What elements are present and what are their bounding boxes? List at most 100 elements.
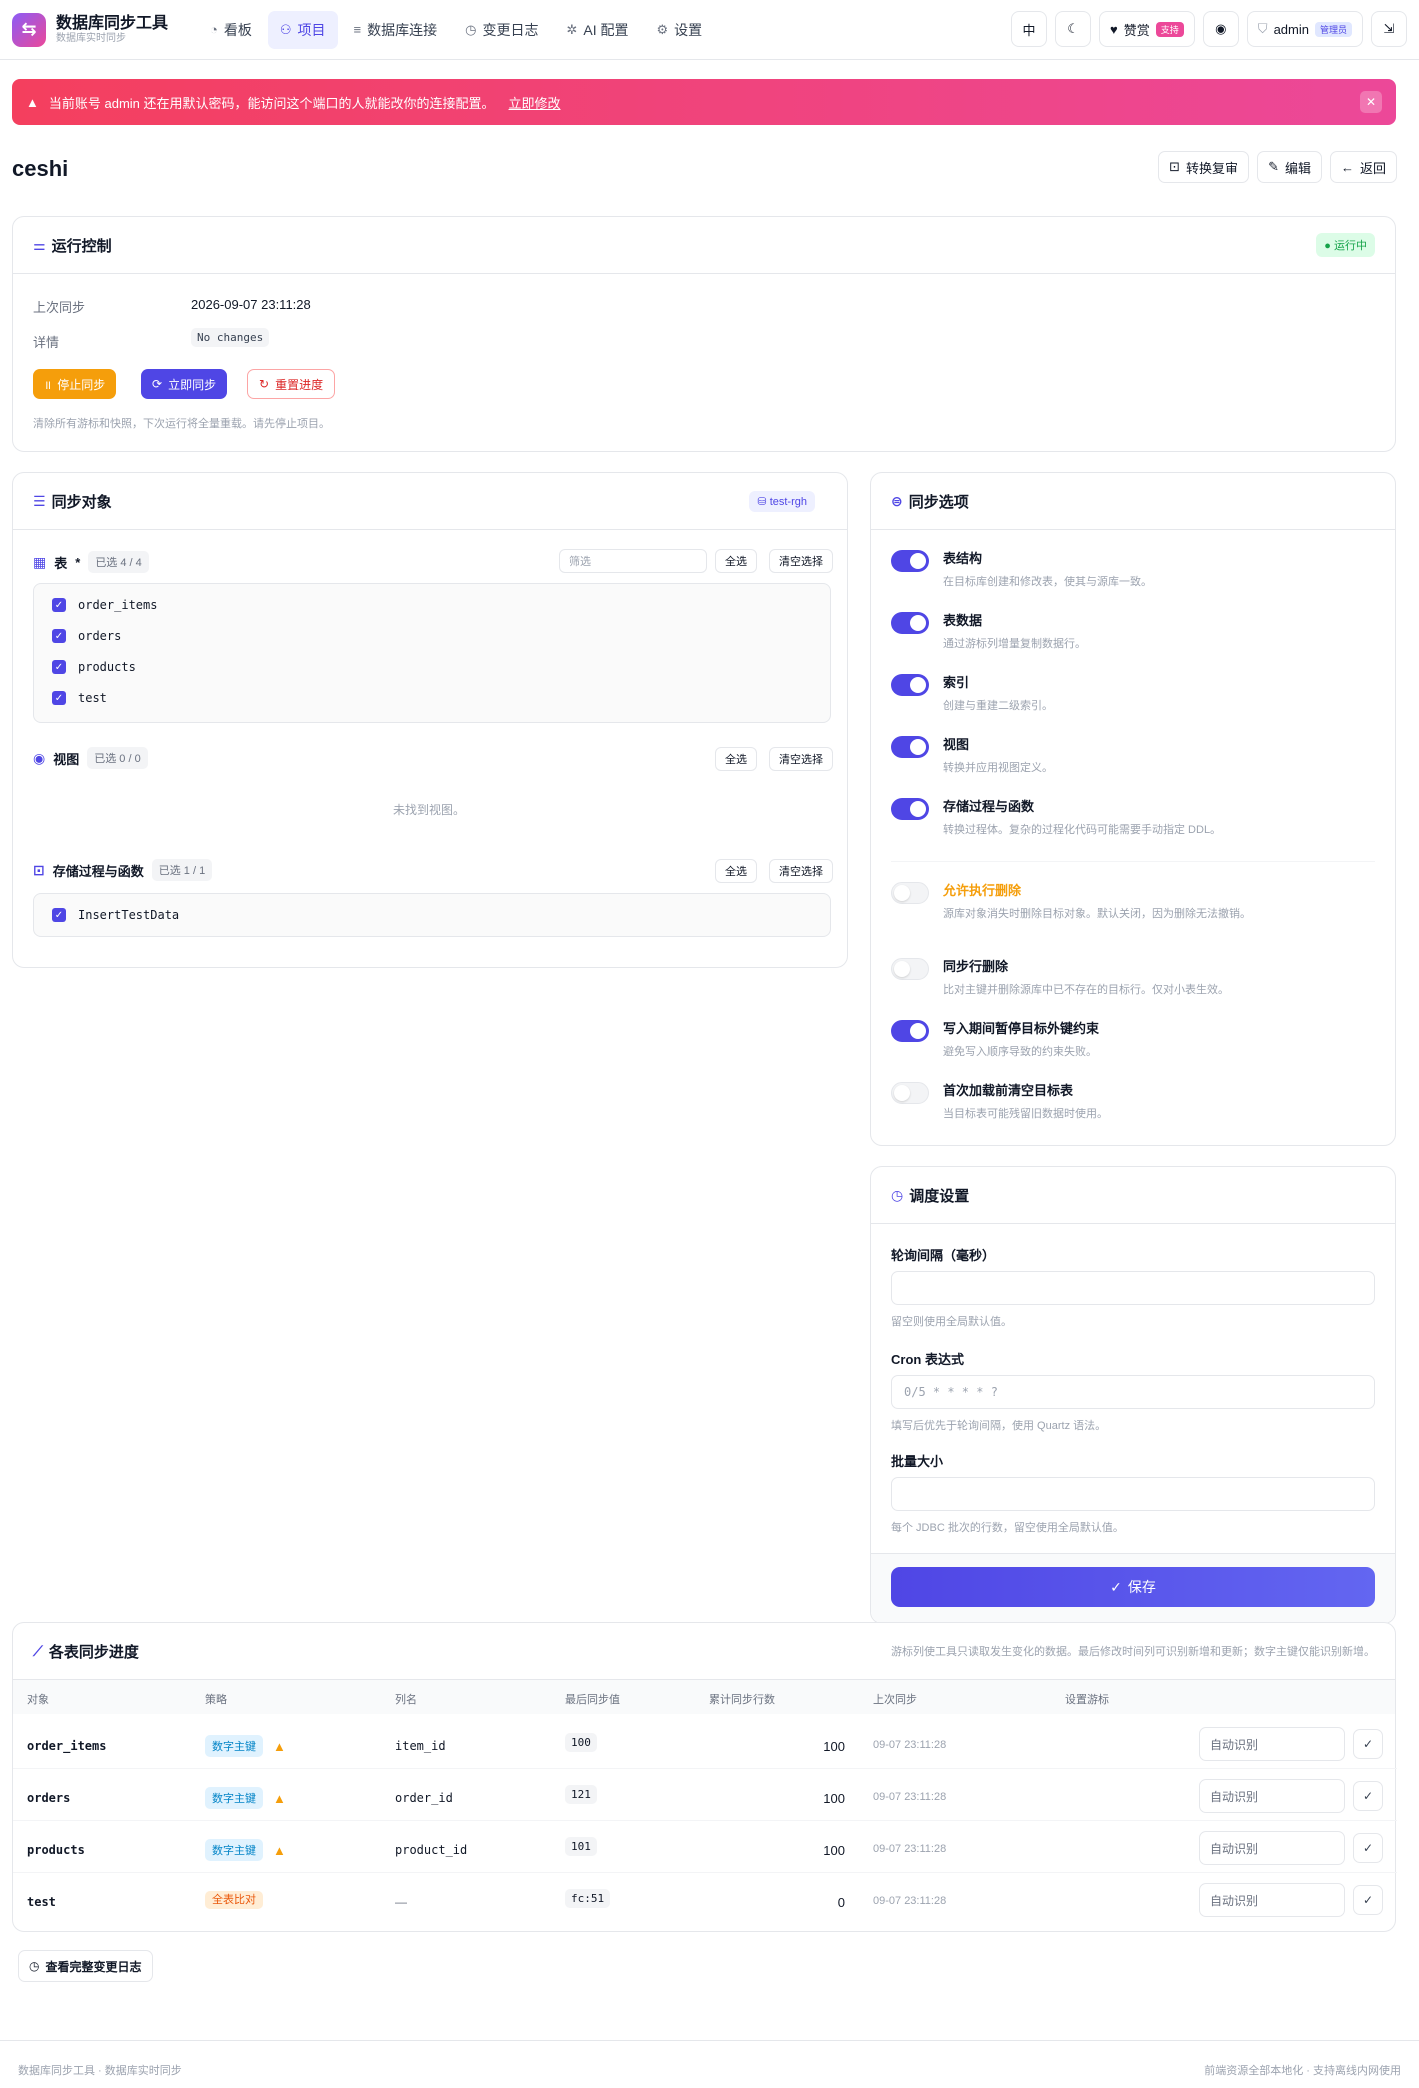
list-item[interactable]: ✓ InsertTestData: [52, 908, 179, 922]
required-mark: *: [75, 554, 81, 570]
nav-dashboard[interactable]: ◔ 看板: [198, 11, 264, 49]
checkbox-checked-icon[interactable]: ✓: [52, 629, 66, 643]
tables-clear-button[interactable]: 清空选择: [769, 549, 833, 573]
reset-progress-button[interactable]: ↻ 重置进度: [247, 369, 336, 399]
ai-chip-icon: ✲: [566, 21, 578, 37]
option-toggle[interactable]: [891, 674, 929, 696]
views-select-all-button[interactable]: 全选: [715, 747, 757, 771]
button-label: 重置进度: [275, 377, 324, 392]
edit-button[interactable]: ✎ 编辑: [1257, 151, 1322, 183]
row-last-value: 100: [565, 1733, 597, 1752]
strategy-tag: 数字主键: [205, 1787, 263, 1809]
strategy-tag: 数字主键: [205, 1735, 263, 1757]
nav-label: 变更日志: [482, 21, 539, 38]
row-last-value: fc:51: [565, 1889, 611, 1908]
checkbox-checked-icon[interactable]: ✓: [52, 908, 66, 922]
button-label: 保存: [1127, 1579, 1156, 1595]
back-button[interactable]: ← 返回: [1329, 151, 1397, 183]
row-last-wrap: 121: [565, 1785, 597, 1804]
stop-sync-button[interactable]: ॥ 停止同步: [33, 369, 117, 399]
footer-right: 前端资源全部本地化 · 支持离线内网使用: [1204, 2065, 1401, 2077]
procs-select-all-button[interactable]: 全选: [715, 859, 757, 883]
col-object: 对象: [27, 1694, 49, 1706]
confirm-cursor-button[interactable]: ✓: [1353, 1729, 1383, 1759]
nav-ai-config[interactable]: ✲ AI 配置: [554, 11, 640, 49]
list-item[interactable]: ✓ products: [52, 660, 136, 674]
col-column: 列名: [395, 1694, 417, 1706]
view-changelog-button[interactable]: ◷ 查看完整变更日志: [18, 1950, 153, 1982]
save-button[interactable]: ✓ 保存: [891, 1567, 1375, 1607]
tables-filter-input[interactable]: 筛选: [559, 549, 707, 573]
option-desc: 避免写入顺序导致的约束失败。: [943, 1046, 1097, 1058]
option-toggle[interactable]: [891, 958, 929, 980]
option-toggle[interactable]: [891, 736, 929, 758]
donate-button[interactable]: ♥ 赞赏 支持: [1099, 11, 1195, 47]
code-icon: ⊡: [1169, 159, 1181, 174]
checkbox-checked-icon[interactable]: ✓: [52, 598, 66, 612]
theme-toggle-button[interactable]: ☾: [1055, 11, 1092, 47]
moon-icon: ☾: [1067, 21, 1079, 36]
option-toggle[interactable]: [891, 1082, 929, 1104]
user-menu-button[interactable]: ⛉ admin 管理员: [1246, 11, 1363, 47]
change-password-link[interactable]: 立即修改: [509, 93, 561, 112]
option-title: 首次加载前清空目标表: [943, 1083, 1074, 1098]
checkbox-checked-icon[interactable]: ✓: [52, 691, 66, 705]
checkbox-checked-icon[interactable]: ✓: [52, 660, 66, 674]
nav-settings[interactable]: ⚙ 设置: [645, 11, 715, 49]
language-button[interactable]: 中: [1011, 11, 1048, 47]
views-empty-message: 未找到视图。: [393, 803, 466, 817]
nav-changelog[interactable]: ◷ 变更日志: [453, 11, 550, 49]
poll-interval-input[interactable]: [891, 1271, 1375, 1305]
procs-section-header: ⊡ 存储过程与函数 已选 1 / 1: [33, 859, 213, 881]
cron-note: 填写后优先于轮询间隔，使用 Quartz 语法。: [891, 1420, 1107, 1432]
row-last-wrap: 101: [565, 1837, 597, 1856]
row-total: 0: [837, 1895, 845, 1910]
option-title: 视图: [943, 737, 970, 752]
cron-input[interactable]: 0/5 * * * * ?: [891, 1375, 1375, 1409]
confirm-cursor-button[interactable]: ✓: [1353, 1781, 1383, 1811]
views-clear-button[interactable]: 清空选择: [769, 747, 833, 771]
list-item[interactable]: ✓ order_items: [52, 598, 157, 612]
app-logo-icon[interactable]: ⇆: [12, 12, 46, 47]
row-object: products: [27, 1843, 85, 1857]
procs-clear-button[interactable]: 清空选择: [769, 859, 833, 883]
option-truncate-first: 首次加载前清空目标表当目标表可能残留旧数据时使用。: [891, 1081, 1108, 1121]
alert-text: 当前账号 admin 还在用默认密码，能访问这个端口的人就能改你的连接配置。: [48, 95, 495, 111]
github-button[interactable]: ◉: [1202, 11, 1239, 47]
cursor-select[interactable]: 自动识别: [1199, 1727, 1345, 1761]
logout-button[interactable]: ⇲: [1371, 11, 1407, 47]
cursor-select[interactable]: 自动识别: [1199, 1779, 1345, 1813]
confirm-cursor-button[interactable]: ✓: [1353, 1885, 1383, 1915]
option-desc: 当目标表可能残留旧数据时使用。: [943, 1108, 1108, 1120]
batch-size-input[interactable]: [891, 1477, 1375, 1511]
close-icon[interactable]: ✕: [1360, 91, 1382, 113]
list-item[interactable]: ✓ orders: [52, 629, 121, 643]
nav-connections[interactable]: ≡ 数据库连接: [342, 11, 450, 49]
code-icon: ⊡: [33, 861, 45, 878]
tables-select-all-button[interactable]: 全选: [715, 549, 757, 573]
section-label: 存储过程与函数: [52, 863, 144, 879]
github-icon: ◉: [1215, 21, 1227, 36]
row-last-wrap: fc:51: [565, 1889, 611, 1908]
chart-line-icon: ⟋: [33, 1642, 43, 1659]
option-toggle[interactable]: [891, 882, 929, 904]
sync-now-button[interactable]: ⟳ 立即同步: [141, 369, 228, 399]
option-toggle[interactable]: [891, 550, 929, 572]
detail-label: 详情: [33, 335, 60, 350]
nav-projects[interactable]: ⚇ 项目: [267, 10, 338, 49]
list-item[interactable]: ✓ test: [52, 691, 107, 705]
app-subtitle: 数据库实时同步: [56, 32, 126, 44]
option-toggle[interactable]: [891, 612, 929, 634]
option-sync-row-deletes: 同步行删除 比对主键并删除源库中已不存在的目标行。仅对小表生效。: [891, 957, 1229, 997]
convert-review-button[interactable]: ⊡ 转换复审: [1158, 151, 1250, 183]
nav-label: 项目: [297, 21, 326, 38]
option-toggle[interactable]: [891, 1020, 929, 1042]
option-toggle[interactable]: [891, 798, 929, 820]
check-icon: ✓: [1362, 1789, 1374, 1803]
cursor-select[interactable]: 自动识别: [1199, 1883, 1345, 1917]
confirm-cursor-button[interactable]: ✓: [1353, 1833, 1383, 1863]
row-total: 100: [823, 1739, 845, 1754]
cursor-select[interactable]: 自动识别: [1199, 1831, 1345, 1865]
button-label: 编辑: [1284, 160, 1311, 176]
views-section-header: ◉ 视图 已选 0 / 0: [33, 747, 148, 769]
